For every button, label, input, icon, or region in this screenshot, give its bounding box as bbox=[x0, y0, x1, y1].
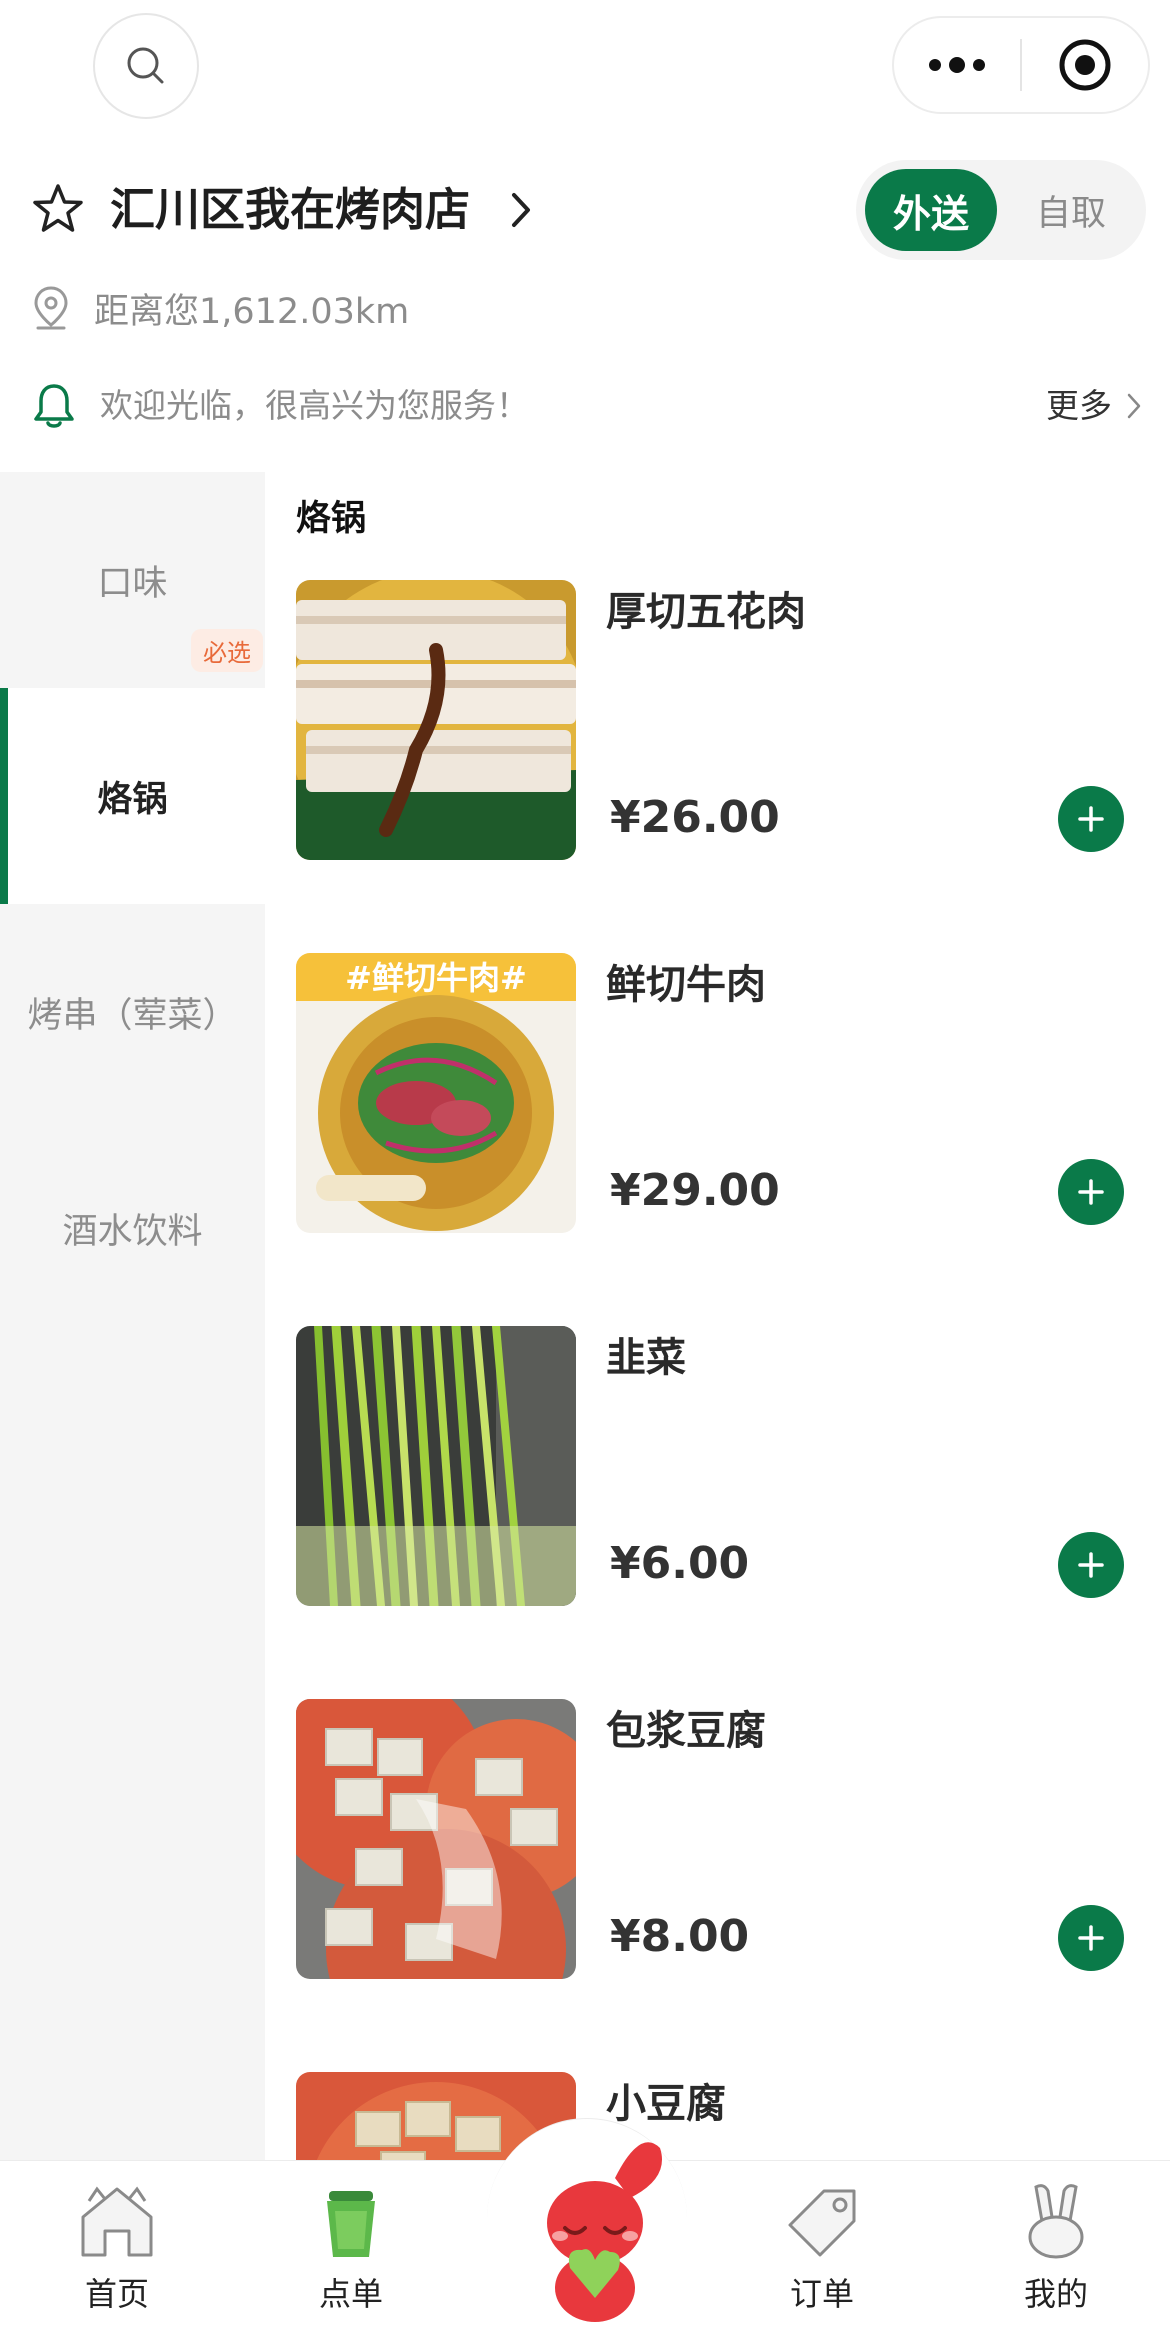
mini-program-capsule bbox=[892, 16, 1150, 114]
notice-text: 欢迎光临，很高兴为您服务！ bbox=[100, 386, 529, 425]
category-item-drinks[interactable]: 酒水饮料 bbox=[0, 1120, 265, 1336]
tab-orders[interactable]: 订单 bbox=[722, 2181, 922, 2331]
product-name: 韭菜 bbox=[606, 1335, 686, 1381]
plus-icon bbox=[1078, 806, 1104, 832]
category-label: 酒水饮料 bbox=[62, 1211, 203, 1252]
tab-label: 首页 bbox=[84, 2275, 149, 2313]
image-caption: #鲜切牛肉# bbox=[345, 959, 527, 997]
tab-label: 我的 bbox=[1023, 2275, 1088, 2313]
delivery-mode-button[interactable]: 外送 bbox=[865, 169, 997, 251]
add-to-cart-button[interactable] bbox=[1058, 1159, 1124, 1225]
product-card[interactable]: 厚切五花肉 ¥26.00 bbox=[296, 580, 1146, 862]
delivery-mode-toggle: 外送 自取 bbox=[856, 160, 1146, 260]
cup-icon bbox=[327, 2191, 375, 2257]
more-link[interactable]: 更多 bbox=[1046, 382, 1142, 430]
more-dots-icon bbox=[929, 57, 985, 73]
location-pin-icon bbox=[34, 286, 68, 330]
product-price: ¥26.00 bbox=[610, 792, 780, 843]
mascot-icon[interactable] bbox=[520, 2128, 670, 2328]
chives-photo[interactable] bbox=[296, 1326, 576, 1606]
search-icon bbox=[127, 47, 164, 84]
tab-profile[interactable]: 我的 bbox=[956, 2181, 1156, 2331]
shop-name[interactable]: 汇川区我在烤肉店 bbox=[110, 175, 470, 245]
pickup-mode-button[interactable]: 自取 bbox=[1016, 169, 1126, 251]
product-price: ¥6.00 bbox=[610, 1538, 750, 1589]
target-icon bbox=[1059, 39, 1111, 91]
favorite-star-icon[interactable] bbox=[32, 183, 84, 235]
category-label: 口味 bbox=[97, 563, 168, 604]
section-title: 烙锅 bbox=[296, 499, 367, 539]
category-item-flavor[interactable]: 口味 必选 bbox=[0, 472, 265, 688]
distance-text: 距离您1,612.03km bbox=[94, 291, 410, 332]
bell-icon bbox=[34, 384, 74, 428]
category-item-laoguo[interactable]: 烙锅 bbox=[0, 688, 265, 904]
category-label: 烙锅 bbox=[97, 779, 168, 820]
product-name: 厚切五花肉 bbox=[606, 589, 806, 635]
tag-icon bbox=[788, 2189, 856, 2257]
category-sidebar: 口味 必选 烙锅 烤串（荤菜） 酒水饮料 bbox=[0, 472, 265, 2162]
pork-belly-photo[interactable] bbox=[296, 580, 576, 860]
product-name: 包浆豆腐 bbox=[606, 1708, 766, 1754]
beef-salad-photo[interactable]: #鲜切牛肉# bbox=[296, 953, 576, 1233]
product-price: ¥8.00 bbox=[610, 1911, 750, 1962]
home-icon bbox=[81, 2186, 153, 2257]
add-to-cart-button[interactable] bbox=[1058, 786, 1124, 852]
tofu-photo[interactable] bbox=[296, 1699, 576, 1979]
search-button[interactable] bbox=[93, 13, 199, 119]
chevron-right-icon[interactable] bbox=[510, 191, 532, 229]
tab-label: 订单 bbox=[789, 2275, 854, 2313]
required-badge: 必选 bbox=[191, 629, 263, 672]
add-to-cart-button[interactable] bbox=[1058, 1532, 1124, 1598]
add-to-cart-button[interactable] bbox=[1058, 1905, 1124, 1971]
category-label: 烤串（荤菜） bbox=[27, 995, 238, 1036]
rabbit-icon bbox=[1028, 2184, 1084, 2259]
tab-order-menu[interactable]: 点单 bbox=[251, 2181, 451, 2331]
product-price: ¥29.00 bbox=[610, 1165, 780, 1216]
plus-icon bbox=[1078, 1552, 1104, 1578]
distance-info: 距离您1,612.03km bbox=[32, 280, 409, 336]
more-label: 更多 bbox=[1046, 386, 1112, 425]
product-name: 鲜切牛肉 bbox=[606, 962, 766, 1008]
chevron-right-icon bbox=[1127, 393, 1141, 419]
tab-label: 点单 bbox=[318, 2275, 383, 2313]
close-program-button[interactable] bbox=[1022, 18, 1148, 112]
category-item-skewers[interactable]: 烤串（荤菜） bbox=[0, 904, 265, 1120]
tab-home[interactable]: 首页 bbox=[17, 2181, 217, 2331]
product-name: 小豆腐 bbox=[606, 2081, 726, 2127]
plus-icon bbox=[1078, 1179, 1104, 1205]
more-menu-button[interactable] bbox=[894, 18, 1020, 112]
product-card[interactable]: 韭菜 ¥6.00 bbox=[296, 1326, 1146, 1608]
plus-icon bbox=[1078, 1925, 1104, 1951]
product-card[interactable]: 小豆腐 bbox=[296, 2072, 1146, 2160]
notice-bar: 欢迎光临，很高兴为您服务！ 更多 bbox=[32, 378, 1142, 434]
product-card[interactable]: #鲜切牛肉# 鲜切牛肉 ¥29.00 bbox=[296, 953, 1146, 1235]
product-card[interactable]: 包浆豆腐 ¥8.00 bbox=[296, 1699, 1146, 1981]
